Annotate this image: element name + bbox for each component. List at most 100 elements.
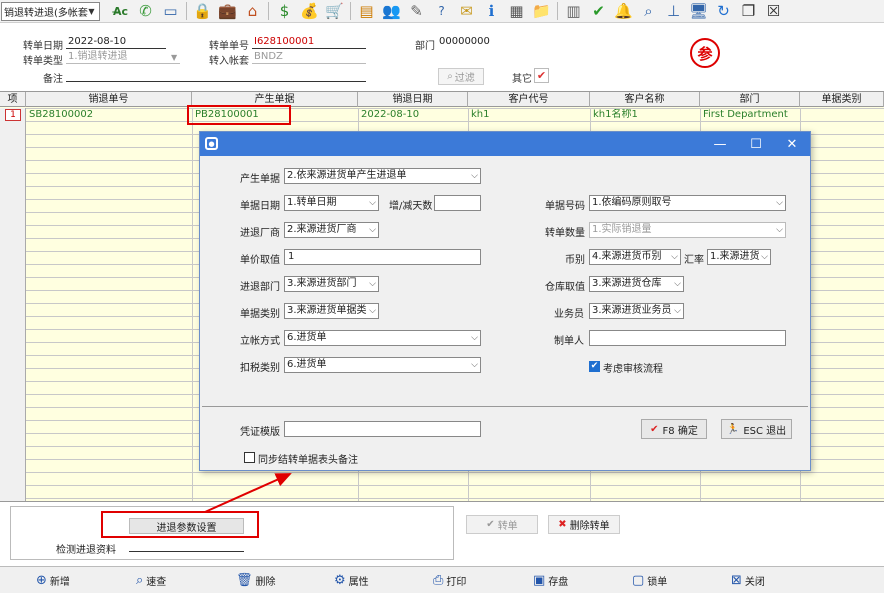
new-button[interactable]: ⊕ 新增: [36, 571, 70, 589]
transfer-no-field[interactable]: I628100001: [252, 36, 366, 49]
stamp-text: 参: [697, 44, 713, 63]
save-button[interactable]: ▣ 存盘: [533, 571, 568, 589]
delete-transfer-label: 删除转单: [569, 521, 610, 532]
phone-icon[interactable]: ✆: [133, 1, 158, 22]
chevron-down-icon: ⌵: [761, 252, 768, 262]
account-method-select[interactable]: 6.进货单 ⌵: [284, 330, 481, 346]
transfer-date-field[interactable]: 2022-08-10: [66, 36, 166, 49]
monitor-icon[interactable]: ▭: [158, 1, 183, 22]
row-index[interactable]: 1: [5, 109, 21, 121]
mail-icon[interactable]: ✉: [454, 1, 479, 22]
edit-icon[interactable]: ✎: [404, 1, 429, 22]
other-checkbox[interactable]: ✔: [534, 68, 549, 83]
gen-doc-label: 产生单据: [240, 174, 280, 185]
doc-no-select[interactable]: 1.依编码原则取号 ⌵: [589, 195, 786, 211]
doc-date-select[interactable]: 1.转单日期 ⌵: [284, 195, 379, 211]
salesman-label: 业务员: [554, 309, 584, 320]
minimize-icon[interactable]: —: [702, 132, 738, 156]
col-gen-doc[interactable]: 产生单据: [192, 92, 358, 107]
folder-icon[interactable]: 📁: [529, 1, 554, 22]
col-return-no[interactable]: 销退单号: [26, 92, 192, 107]
account-method-label: 立帐方式: [240, 336, 280, 347]
info-icon[interactable]: ℹ: [479, 1, 504, 22]
col-dept[interactable]: 部门: [700, 92, 800, 107]
search-icon[interactable]: ⌕: [636, 1, 661, 22]
rate-select[interactable]: 1.来源进货 ⌵: [707, 249, 771, 265]
cell-dept[interactable]: First Department: [701, 109, 799, 121]
bell-icon[interactable]: 🔔: [611, 1, 636, 22]
price-input[interactable]: 1: [284, 249, 481, 265]
check-circle-icon[interactable]: ✔: [586, 1, 611, 22]
maximize-icon[interactable]: ☐: [738, 132, 774, 156]
cell-return-date[interactable]: 2022-08-10: [359, 109, 467, 121]
properties-button[interactable]: ⚙ 属性: [334, 571, 369, 589]
home-icon[interactable]: ⌂: [240, 1, 265, 22]
dept-field[interactable]: 00000000: [437, 36, 552, 49]
param-settings-button[interactable]: 进退参数设置: [129, 518, 244, 534]
cell-cust-code[interactable]: kh1: [469, 109, 589, 121]
voucher-input[interactable]: [284, 421, 481, 437]
quick-find-button[interactable]: ⌕ 速查: [136, 571, 166, 589]
delete-transfer-button[interactable]: ✖ 删除转单: [548, 515, 620, 534]
window-icon[interactable]: ❐: [736, 1, 761, 22]
screen-icon[interactable]: 🖥: [686, 1, 711, 22]
users-icon[interactable]: 👥: [379, 1, 404, 22]
audit-checkbox[interactable]: ✔: [589, 361, 600, 372]
remark-field[interactable]: [66, 69, 366, 82]
warehouse-label: 仓库取值: [545, 282, 585, 293]
briefcase-icon[interactable]: 💼: [215, 1, 240, 22]
return-dept-select[interactable]: 3.来源进货部门 ⌵: [284, 276, 379, 292]
abc-icon[interactable]: A̶c: [108, 1, 133, 22]
cell-cust-name[interactable]: kh1名称1: [591, 109, 699, 121]
lock-icon[interactable]: 🔒: [190, 1, 215, 22]
ok-button[interactable]: ✔ F8 确定: [641, 419, 707, 439]
supplier-select[interactable]: 2.来源进货厂商 ⌵: [284, 222, 379, 238]
lock-button[interactable]: ▢ 锁单: [632, 571, 667, 589]
report-icon[interactable]: ▥: [561, 1, 586, 22]
check-data-field[interactable]: [129, 551, 244, 552]
dollar-icon[interactable]: $: [272, 1, 297, 22]
filter-button[interactable]: ⌕ 过滤: [438, 68, 484, 85]
tax-select[interactable]: 6.进货单 ⌵: [284, 357, 481, 373]
transfer-type-select[interactable]: 1.销退转进退: [66, 51, 180, 64]
properties-label: 属性: [348, 576, 369, 588]
cell-gen-doc[interactable]: PB28100001: [193, 109, 357, 121]
salesman-select[interactable]: 3.来源进货业务员 ⌵: [589, 303, 684, 319]
help-icon[interactable]: ?: [429, 1, 454, 22]
maker-input[interactable]: [589, 330, 786, 346]
transfer-button[interactable]: ✔ 转单: [466, 515, 538, 534]
gen-doc-select[interactable]: 2.依来源进货单产生进退单 ⌵: [284, 168, 481, 184]
qty-select[interactable]: 1.实际销退量 ⌵: [589, 222, 786, 238]
doctype-select[interactable]: 3.来源进货单据类 ⌵: [284, 303, 379, 319]
col-cust-name[interactable]: 客户名称: [590, 92, 700, 107]
add-days-input[interactable]: [434, 195, 481, 211]
delete-label: 删除: [255, 576, 276, 588]
account-field[interactable]: BNDZ: [252, 51, 366, 64]
col-return-date[interactable]: 销退日期: [358, 92, 468, 107]
calculator-icon[interactable]: ▦: [504, 1, 529, 22]
document-icon[interactable]: ▤: [354, 1, 379, 22]
sync-remark-checkbox[interactable]: [244, 452, 255, 463]
moneybag-icon[interactable]: 💰: [297, 1, 322, 22]
mode-select[interactable]: 销退转进退(多帐套 ▼: [1, 1, 100, 21]
gen-doc-value: 2.依来源进货单产生进退单: [287, 170, 407, 181]
cell-return-no[interactable]: SB28100002: [27, 109, 191, 121]
print-button[interactable]: ⎙ 打印: [433, 571, 466, 589]
close-icon[interactable]: ☒: [761, 1, 786, 22]
refresh-icon[interactable]: ↻: [711, 1, 736, 22]
col-index[interactable]: 项: [0, 92, 26, 107]
delete-button[interactable]: 🗑 删除: [236, 571, 276, 589]
cart-icon[interactable]: 🛒: [322, 1, 347, 22]
close-label: 关闭: [744, 576, 765, 588]
exit-button[interactable]: 🏃 ESC 退出: [721, 419, 792, 439]
close-button[interactable]: ⊠ 关闭: [731, 571, 765, 589]
col-cust-code[interactable]: 客户代号: [468, 92, 590, 107]
warehouse-select[interactable]: 3.来源进货仓库 ⌵: [589, 276, 684, 292]
chevron-down-icon: ▼: [88, 6, 95, 16]
close-icon[interactable]: ✕: [774, 132, 810, 156]
org-chart-icon[interactable]: ⊥: [661, 1, 686, 22]
x-icon: ✖: [558, 519, 567, 530]
ok-label: F8 确定: [662, 425, 698, 437]
col-doc-type[interactable]: 单据类别: [800, 92, 884, 107]
currency-select[interactable]: 4.来源进货币别 ⌵: [589, 249, 681, 265]
